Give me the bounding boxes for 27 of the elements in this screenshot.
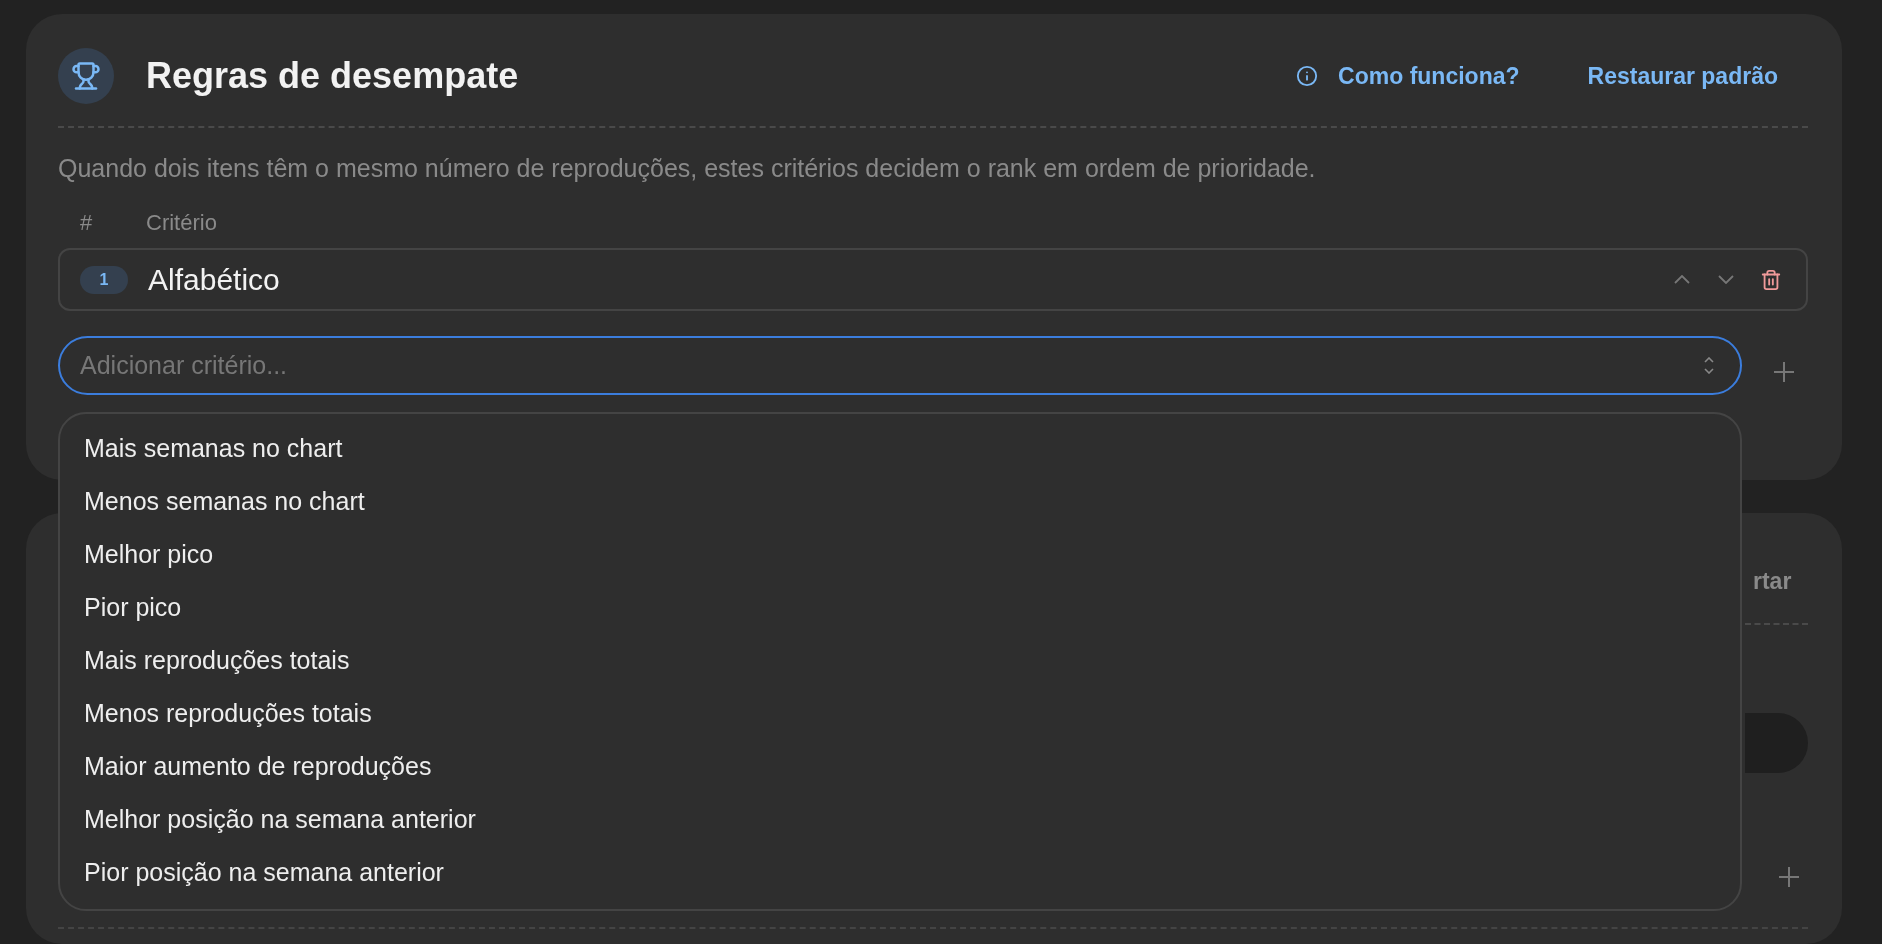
description-text: Quando dois itens têm o mesmo número de reproduções, estes critérios decidem o rank em ordem de prioridade. [58,154,1317,182]
menu-item[interactable]: Mais semanas no chart [60,422,1740,475]
section-title: Regras de desempate [146,55,520,97]
help-link[interactable]: Como funciona? [1338,62,1520,90]
info-icon [1296,65,1319,87]
chevron-down-icon[interactable] [1718,275,1734,284]
menu-item[interactable]: Melhor posição na semana anterior [60,793,1740,846]
menu-item[interactable]: Menos reproduções totais [60,687,1740,740]
trophy-icon [58,48,114,104]
reset-link[interactable]: Restaurar padrão [1587,62,1778,90]
menu-item[interactable]: Mais reproduções totais [60,634,1740,687]
menu-item[interactable]: Pior pico [60,581,1740,634]
chevron-up-icon[interactable] [1674,275,1690,284]
criterion-name: Alfabético [148,262,281,297]
action-link[interactable]: rtar [1745,559,1808,603]
menu-item[interactable]: Maior aumento de reproduções [60,740,1740,793]
menu-item[interactable]: Melhor pico [60,528,1740,581]
add-criterion-select[interactable]: Adicionar critério... [58,336,1742,395]
menu-item[interactable]: Pior posição na semana anterior [60,846,1740,899]
up-down-icon [1704,357,1714,374]
delete-button[interactable] [1760,268,1782,291]
column-header: Critério [146,210,217,236]
menu-item[interactable]: Menos semanas no chart [60,475,1740,528]
rank-badge: 1 [80,265,128,294]
add-icon[interactable] [1774,361,1794,382]
add-icon[interactable] [1779,867,1799,887]
column-header: # [79,210,94,236]
